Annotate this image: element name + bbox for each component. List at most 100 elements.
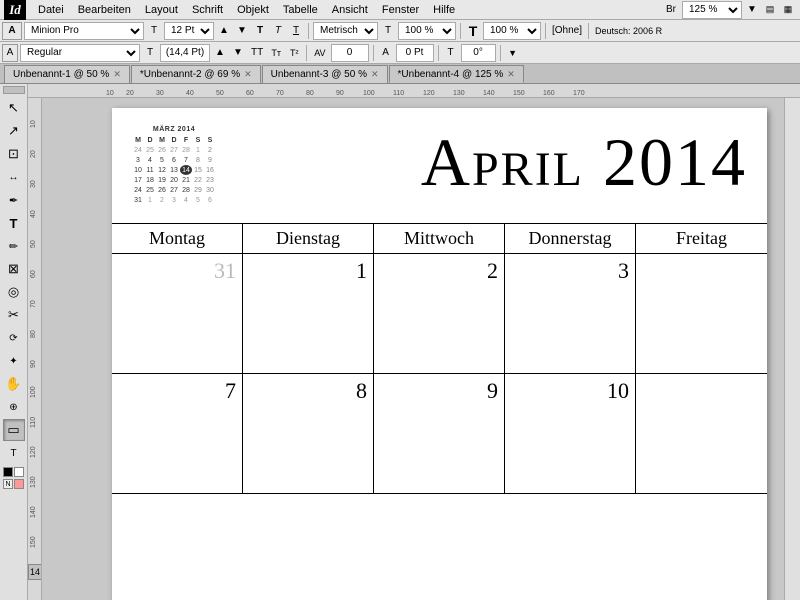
canvas-wrap: 10 20 30 40 50 60 70 80 90 100 110 120 1… <box>28 98 800 600</box>
cal-header-dienstag: Dienstag <box>243 224 374 253</box>
zoom-select[interactable]: 125 % <box>682 1 742 19</box>
menu-layout[interactable]: Layout <box>139 3 184 17</box>
rect-frame-tool[interactable]: ⊠ <box>3 258 25 280</box>
baseline-input[interactable] <box>396 44 434 62</box>
sep4 <box>588 23 589 39</box>
menu-bearbeiten[interactable]: Bearbeiten <box>72 3 137 17</box>
svg-text:150: 150 <box>30 536 37 548</box>
char-style-btn[interactable]: A <box>2 44 18 62</box>
cal-header-montag: Montag <box>112 224 243 253</box>
page-tool[interactable]: ⊡ <box>3 143 25 165</box>
rotation-input[interactable] <box>461 44 496 62</box>
super-btn[interactable]: T² <box>286 44 302 62</box>
menu-tabelle[interactable]: Tabelle <box>277 3 324 17</box>
scale-v-select[interactable]: 100 % <box>483 22 541 40</box>
ellipse-frame-tool[interactable]: ◎ <box>3 281 25 303</box>
italic-btn[interactable]: T <box>270 22 286 40</box>
document-page: April 2014 März 2014 MDMDFSS 24252627281… <box>112 108 767 600</box>
tab-3[interactable]: Unbenannt-3 @ 50 % ✕ <box>262 65 388 83</box>
menu-datei[interactable]: Datei <box>32 3 70 17</box>
hand-tool[interactable]: ✋ <box>3 373 25 395</box>
font-size-select[interactable]: 12 Pt <box>164 22 214 40</box>
ruler-horizontal: 10 20 30 40 50 60 70 80 90 100 110 120 1… <box>28 84 800 98</box>
menu-schrift[interactable]: Schrift <box>186 3 229 17</box>
arrange-btn[interactable]: ▤ <box>762 1 778 19</box>
pencil-tool[interactable]: ✏ <box>3 235 25 257</box>
tab-2[interactable]: *Unbenannt-2 @ 69 % ✕ <box>131 65 261 83</box>
calendar-grid: Montag Dienstag Mittwoch Donnerstag Frei… <box>112 223 767 494</box>
tab-4[interactable]: *Unbenannt-4 @ 125 % ✕ <box>389 65 524 83</box>
toolbar-row-2: A Regular T ▲ ▼ TT Tт T² AV A T ▼ <box>0 42 800 64</box>
cal-day-10: 10 <box>505 374 636 493</box>
char-style-select[interactable]: Regular <box>20 44 140 62</box>
type-tool[interactable]: T <box>3 212 25 234</box>
sep1 <box>308 23 309 39</box>
sep6 <box>373 45 374 61</box>
cal-day-1: 1 <box>243 254 374 373</box>
menu-fenster[interactable]: Fenster <box>376 3 425 17</box>
menu-objekt[interactable]: Objekt <box>231 3 275 17</box>
allcaps-btn[interactable]: TT <box>248 44 266 62</box>
color-mode-btns: N <box>3 479 24 489</box>
page-number-badge: 14 <box>28 564 42 580</box>
leading-up-btn[interactable]: ▲ <box>212 44 228 62</box>
mini-cal-title: März 2014 <box>132 126 216 133</box>
cal-day-8: 8 <box>243 374 374 493</box>
kern-input[interactable] <box>331 44 369 62</box>
menu-bar: Id Datei Bearbeiten Layout Schrift Objek… <box>0 0 800 20</box>
unit-select[interactable]: Metrisch <box>313 22 378 40</box>
toolbox-collapse[interactable] <box>3 86 25 94</box>
svg-text:60: 60 <box>246 90 254 97</box>
smallcaps-btn[interactable]: Tт <box>268 44 284 62</box>
font-name-select[interactable]: Minion ProMinion Pro <box>24 22 144 40</box>
scissors-tool[interactable]: ✂ <box>3 304 25 326</box>
note-tool[interactable]: T <box>3 442 25 464</box>
canvas[interactable]: April 2014 März 2014 MDMDFSS 24252627281… <box>42 98 784 600</box>
gap-tool[interactable]: ↔ <box>3 166 25 188</box>
tab-2-close[interactable]: ✕ <box>244 69 252 80</box>
style-btn[interactable]: A <box>2 22 22 40</box>
lang-dropdown[interactable]: ▼ <box>505 44 521 62</box>
cal-day-7: 7 <box>112 374 243 493</box>
stroke-swatch[interactable] <box>14 467 24 477</box>
rectangle-tool[interactable]: ▭ <box>3 419 25 441</box>
zoom-tool[interactable]: ⊕ <box>3 396 25 418</box>
svg-text:10: 10 <box>30 120 37 128</box>
cal-header-donnerstag: Donnerstag <box>505 224 636 253</box>
tab-1-close[interactable]: ✕ <box>113 69 121 80</box>
pen-tool[interactable]: ✒ <box>3 189 25 211</box>
preview-mode-btn[interactable] <box>14 479 24 489</box>
cal-header-mittwoch: Mittwoch <box>374 224 505 253</box>
menu-hilfe[interactable]: Hilfe <box>427 3 461 17</box>
svg-text:90: 90 <box>30 360 37 368</box>
svg-text:160: 160 <box>543 90 555 97</box>
zoom-out-btn[interactable]: ▼ <box>744 1 760 19</box>
tab-4-close[interactable]: ✕ <box>507 69 515 80</box>
svg-text:120: 120 <box>30 446 37 458</box>
font-up-btn[interactable]: ▲ <box>216 22 232 40</box>
transform-tool[interactable]: ⟳ <box>3 327 25 349</box>
direct-select-tool[interactable]: ↗ <box>3 120 25 142</box>
fill-swatch[interactable] <box>3 467 13 477</box>
underline-btn[interactable]: T <box>288 22 304 40</box>
leading-down-btn[interactable]: ▼ <box>230 44 246 62</box>
scale-h-select[interactable]: 100 % <box>398 22 456 40</box>
type-icon: T <box>380 22 396 40</box>
content-area: 10 20 30 40 50 60 70 80 90 100 110 120 1… <box>28 84 800 600</box>
tab-3-close[interactable]: ✕ <box>371 69 379 80</box>
font-down-btn[interactable]: ▼ <box>234 22 250 40</box>
normal-mode-btn[interactable]: N <box>3 479 13 489</box>
workspace-btn[interactable]: ▦ <box>780 1 796 19</box>
bold-btn[interactable]: T <box>252 22 268 40</box>
cal-day-fri-1 <box>636 254 767 373</box>
sep2 <box>460 23 461 39</box>
menu-ansicht[interactable]: Ansicht <box>326 3 374 17</box>
tab-1[interactable]: Unbenannt-1 @ 50 % ✕ <box>4 65 130 83</box>
eyedropper-tool[interactable]: ✦ <box>3 350 25 372</box>
toolbox: ↖ ↗ ⊡ ↔ ✒ T ✏ ⊠ ◎ ✂ ⟳ ✦ ✋ ⊕ ▭ T N <box>0 84 28 600</box>
leading-input[interactable] <box>160 44 210 62</box>
svg-text:140: 140 <box>30 506 37 518</box>
baseline-icon: A <box>378 44 394 62</box>
kern-icon: AV <box>311 44 328 62</box>
select-tool[interactable]: ↖ <box>3 97 25 119</box>
